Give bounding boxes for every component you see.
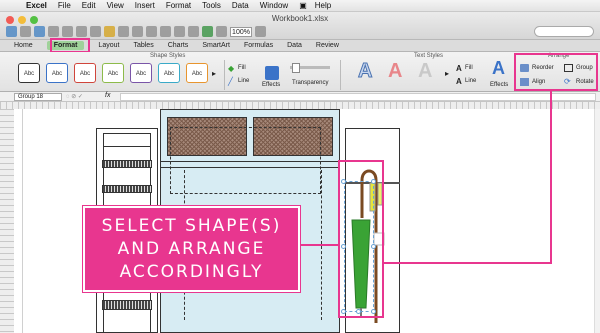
fill-icon[interactable]: ◆: [228, 64, 234, 73]
shape-style-5[interactable]: Abc: [130, 63, 152, 83]
shape-style-7[interactable]: Abc: [186, 63, 208, 83]
page-margin: [22, 109, 23, 333]
effects-button[interactable]: Effects: [262, 82, 280, 88]
tab-home[interactable]: Home: [14, 42, 33, 49]
text-style-a-outline[interactable]: A: [357, 60, 372, 83]
open-icon[interactable]: [34, 26, 45, 37]
callout-leader: [300, 244, 340, 246]
text-style-a-gray[interactable]: A: [418, 60, 432, 83]
menu-view[interactable]: View: [107, 1, 124, 10]
fill-button[interactable]: Fill: [238, 65, 246, 71]
horizontal-ruler: [0, 102, 600, 109]
more-styles-icon[interactable]: ▸: [212, 69, 216, 78]
text-style-a-red[interactable]: A: [388, 60, 402, 83]
templates-icon[interactable]: [20, 26, 31, 37]
instruction-callout: SELECT SHAPE(S) AND ARRANGE ACCORDINGLY: [82, 205, 301, 293]
transparency-label: Transparency: [292, 80, 329, 86]
dropbox-icon[interactable]: ▣: [299, 1, 307, 10]
filter-icon[interactable]: [188, 26, 199, 37]
arrange-group-highlight: [514, 53, 598, 91]
cut-icon[interactable]: [76, 26, 87, 37]
paste-icon[interactable]: [104, 26, 115, 37]
toolbar-icons: 100%: [6, 26, 266, 37]
menu-file[interactable]: File: [58, 1, 71, 10]
basket-shape[interactable]: [102, 160, 152, 168]
menu-data[interactable]: Data: [232, 1, 249, 10]
shape-styles-group-title: Shape Styles: [150, 53, 186, 59]
text-styles-group-title: Text Styles: [414, 53, 444, 59]
format-tab-highlight: [50, 38, 90, 53]
media-icon[interactable]: [216, 26, 227, 37]
text-fill-button[interactable]: Fill: [465, 65, 473, 71]
menu-tools[interactable]: Tools: [202, 1, 221, 10]
shelf-line: [160, 161, 340, 162]
copy-icon[interactable]: [90, 26, 101, 37]
tab-layout[interactable]: Layout: [98, 42, 119, 49]
tab-charts[interactable]: Charts: [168, 42, 189, 49]
ribbon-tabs: Home Format Layout Tables Charts SmartAr…: [0, 40, 600, 52]
shape-style-2[interactable]: Abc: [46, 63, 68, 83]
autosum-icon[interactable]: [160, 26, 171, 37]
name-box[interactable]: Group 18: [14, 93, 62, 101]
menu-bar: Excel File Edit View Insert Format Tools…: [0, 0, 600, 12]
menu-edit[interactable]: Edit: [82, 1, 96, 10]
transparency-slider[interactable]: [290, 63, 330, 73]
sort-icon[interactable]: [174, 26, 185, 37]
tab-review[interactable]: Review: [316, 42, 339, 49]
arrange-leader: [550, 90, 552, 264]
text-line-icon[interactable]: A: [456, 77, 462, 86]
shape-style-4[interactable]: Abc: [102, 63, 124, 83]
formula-input[interactable]: [120, 93, 596, 101]
formula-builder-icon[interactable]: [202, 26, 213, 37]
window-title: Workbook1.xlsx: [271, 14, 329, 23]
tab-data[interactable]: Data: [287, 42, 302, 49]
tab-smartart[interactable]: SmartArt: [202, 42, 230, 49]
text-fill-icon[interactable]: A: [456, 64, 462, 73]
ribbon-format: Shape Styles Abc Abc Abc Abc Abc Abc Abc…: [0, 52, 600, 92]
redo-icon[interactable]: [146, 26, 157, 37]
formula-bar: Group 18 ◌ ⊘ ✓ fx: [0, 92, 600, 102]
separator: [224, 60, 225, 90]
vertical-ruler: [0, 109, 14, 333]
selection-highlight: [338, 160, 384, 318]
shape-style-1[interactable]: Abc: [18, 63, 40, 83]
menu-insert[interactable]: Insert: [135, 1, 155, 10]
fx-label[interactable]: fx: [105, 92, 110, 99]
callout-line-2: AND ARRANGE: [117, 238, 266, 259]
basket-shape[interactable]: [102, 300, 152, 310]
line-button[interactable]: Line: [238, 78, 249, 84]
standard-toolbar: Workbook1.xlsx 100%: [0, 12, 600, 40]
formula-controls-icon[interactable]: ◌ ⊘ ✓: [66, 93, 83, 100]
vertical-scrollbar[interactable]: [594, 109, 600, 333]
callout-line-3: ACCORDINGLY: [119, 261, 264, 282]
separator: [340, 60, 341, 90]
help-icon[interactable]: [255, 26, 266, 37]
tab-formulas[interactable]: Formulas: [244, 42, 273, 49]
save-icon[interactable]: [48, 26, 59, 37]
callout-line-1: SELECT SHAPE(S): [101, 215, 282, 236]
arrange-leader: [384, 262, 552, 264]
text-line-button[interactable]: Line: [465, 78, 476, 84]
text-effects-icon[interactable]: A: [492, 58, 505, 79]
undo-icon[interactable]: [132, 26, 143, 37]
menu-window[interactable]: Window: [260, 1, 288, 10]
left-rod: [103, 146, 151, 147]
text-effects-button[interactable]: Effects: [490, 82, 508, 88]
effects-icon[interactable]: [265, 66, 279, 80]
print-icon[interactable]: [62, 26, 73, 37]
basket-shape[interactable]: [102, 185, 152, 193]
menu-app[interactable]: Excel: [26, 1, 47, 10]
menu-format[interactable]: Format: [166, 1, 191, 10]
shelf-line: [160, 167, 340, 168]
tab-tables[interactable]: Tables: [133, 42, 153, 49]
zoom-field[interactable]: 100%: [230, 26, 252, 37]
new-workbook-icon[interactable]: [6, 26, 17, 37]
line-icon[interactable]: ╱: [228, 77, 233, 86]
more-text-styles-icon[interactable]: ▸: [445, 69, 449, 78]
format-painter-icon[interactable]: [118, 26, 129, 37]
shape-style-6[interactable]: Abc: [158, 63, 180, 83]
menu-help[interactable]: Help: [315, 1, 331, 10]
search-input[interactable]: [534, 26, 594, 37]
shape-style-3[interactable]: Abc: [74, 63, 96, 83]
